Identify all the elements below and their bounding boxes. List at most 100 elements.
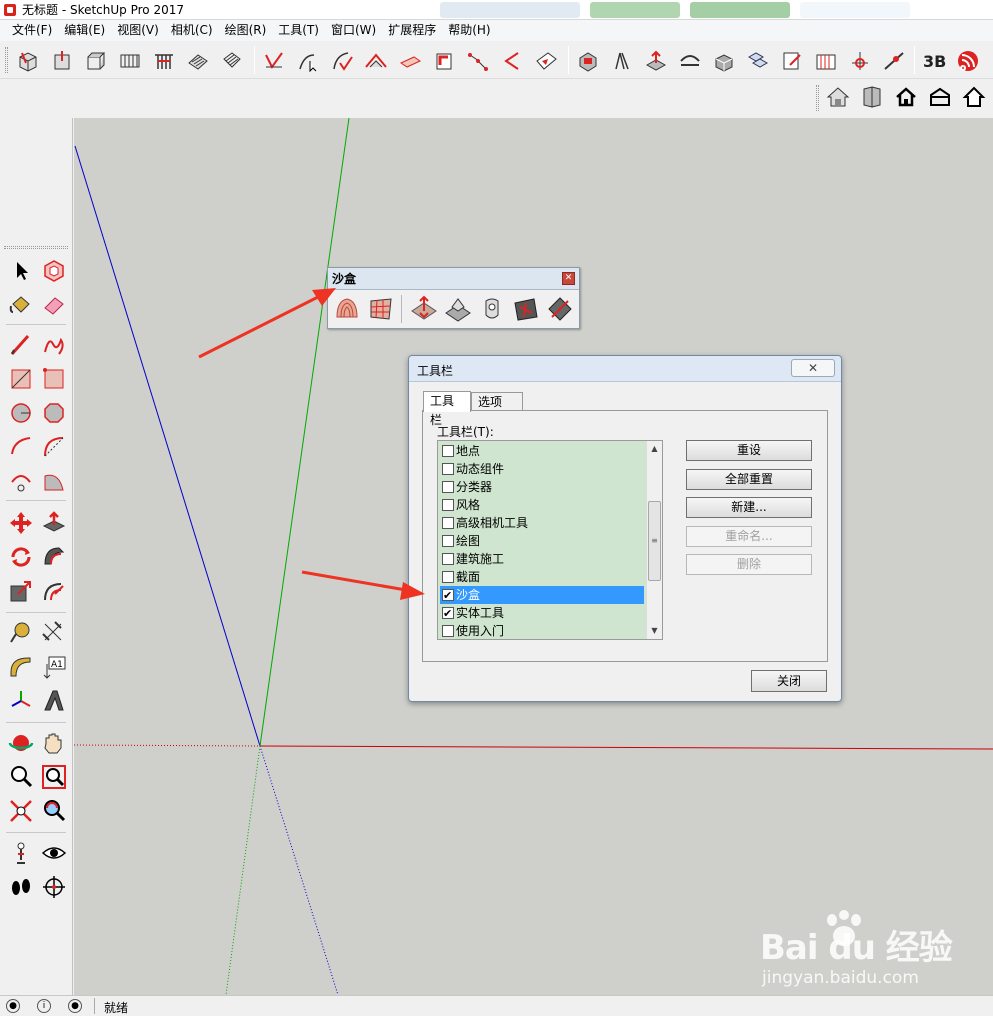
toolbar-list-item[interactable]: 实体工具 <box>440 604 644 623</box>
home-icon[interactable] <box>894 85 918 109</box>
arch-icon[interactable] <box>678 49 702 73</box>
move-icon[interactable] <box>8 510 34 536</box>
right-view-icon[interactable] <box>118 49 142 73</box>
toolbar-checkbox[interactable] <box>442 481 454 493</box>
push-face-icon[interactable] <box>534 49 558 73</box>
rotated-rectangle-icon[interactable] <box>41 366 67 392</box>
text-tool-icon[interactable]: A1 <box>41 654 67 680</box>
back-view-icon[interactable] <box>152 49 176 73</box>
toolbar-list-item[interactable]: 风格 <box>440 496 644 514</box>
reset-button[interactable]: 重设 <box>686 440 812 461</box>
tab-toolbars[interactable]: 工具栏 <box>423 391 471 427</box>
toolbar-checkbox[interactable] <box>442 445 454 457</box>
pan-hand-icon[interactable] <box>41 730 67 756</box>
face-offset-icon[interactable] <box>398 49 422 73</box>
circle-icon[interactable] <box>8 400 34 426</box>
scroll-down-icon[interactable]: ▼ <box>647 623 662 639</box>
extrude-up-icon[interactable] <box>644 49 668 73</box>
select-arrow-icon[interactable] <box>8 258 34 284</box>
fold-icon[interactable] <box>610 49 634 73</box>
protractor-icon[interactable] <box>8 654 34 680</box>
top-view-icon[interactable] <box>50 49 74 73</box>
curve-path-icon[interactable] <box>466 49 490 73</box>
ruby-box-icon[interactable] <box>576 49 600 73</box>
select-arc-icon[interactable] <box>296 49 320 73</box>
toolbar-list-item[interactable]: 使用入门 <box>440 622 644 639</box>
three-point-arc-icon[interactable] <box>8 468 34 494</box>
toolbar-grip[interactable] <box>5 47 8 73</box>
pie-icon[interactable] <box>41 468 67 494</box>
toolbar-list-item[interactable]: 沙盒 <box>440 586 644 605</box>
info-icon[interactable]: i <box>37 999 51 1013</box>
edit-component-icon[interactable] <box>780 49 804 73</box>
3d-warehouse-icon[interactable] <box>826 85 850 109</box>
from-contours-icon[interactable] <box>333 295 361 323</box>
rss-icon[interactable] <box>956 49 980 73</box>
angle-icon[interactable] <box>500 49 524 73</box>
zoom-icon[interactable] <box>8 764 34 790</box>
close-icon[interactable]: ✕ <box>791 359 835 377</box>
smoove-icon[interactable] <box>410 295 438 323</box>
tape-measure-icon[interactable] <box>8 620 34 646</box>
toolbar-list-item[interactable]: 截面 <box>440 568 644 586</box>
toolbar-grip[interactable] <box>816 85 819 111</box>
cone-icon[interactable] <box>848 49 872 73</box>
front-view-icon[interactable] <box>84 49 108 73</box>
reset-all-button[interactable]: 全部重置 <box>686 469 812 490</box>
from-scratch-icon[interactable] <box>367 295 395 323</box>
paint-bucket-icon[interactable] <box>8 292 34 318</box>
new-toolbar-button[interactable]: 新建... <box>686 497 812 518</box>
section-plane-icon[interactable] <box>41 874 67 900</box>
line-tool-icon[interactable] <box>882 49 906 73</box>
sandbox-toolbar-titlebar[interactable]: 沙盒 ✕ <box>328 268 579 290</box>
toolbar-checkbox[interactable] <box>442 463 454 475</box>
menu-window[interactable]: 窗口(W) <box>325 20 382 41</box>
geo-location-icon[interactable]: ● <box>6 999 20 1013</box>
scroll-thumb[interactable]: ≡ <box>648 501 661 581</box>
toolbar-list-item[interactable]: 动态组件 <box>440 460 644 478</box>
dialog-titlebar[interactable]: 工具栏 ✕ <box>409 356 841 382</box>
toolbar-checkbox[interactable] <box>442 553 454 565</box>
make-component-icon[interactable] <box>41 258 67 284</box>
toolbar-list-item[interactable]: 高级相机工具 <box>440 514 644 532</box>
axes-tool-icon[interactable] <box>8 688 34 714</box>
bottom-view-icon[interactable] <box>220 49 244 73</box>
scale-icon[interactable] <box>8 578 34 604</box>
roof-icon[interactable] <box>364 49 388 73</box>
list-scrollbar[interactable]: ▲ ≡ ▼ <box>646 441 662 639</box>
arc-icon[interactable] <box>8 434 34 460</box>
iso-view-icon[interactable] <box>16 49 40 73</box>
3b-icon[interactable]: 3B <box>922 49 946 73</box>
rectangle-icon[interactable] <box>8 366 34 392</box>
menu-extensions[interactable]: 扩展程序 <box>382 20 442 41</box>
toolbar-list-item[interactable]: 建筑施工 <box>440 550 644 568</box>
push-pull-icon[interactable] <box>41 510 67 536</box>
scroll-up-icon[interactable]: ▲ <box>647 441 662 457</box>
toolbar-grip[interactable] <box>4 246 68 249</box>
3d-text-icon[interactable] <box>41 688 67 714</box>
toolbar-list-item[interactable]: 绘图 <box>440 532 644 550</box>
freehand-icon[interactable] <box>41 332 67 358</box>
walk-icon[interactable] <box>8 874 34 900</box>
previous-view-icon[interactable] <box>41 798 67 824</box>
left-view-icon[interactable] <box>186 49 210 73</box>
user-icon[interactable]: ● <box>68 999 82 1013</box>
toolbar-list[interactable]: 地点动态组件分类器风格高级相机工具绘图建筑施工截面沙盒实体工具使用入门视图 ▲ … <box>437 440 663 640</box>
zoom-extents-icon[interactable] <box>8 798 34 824</box>
toolbar-list-item[interactable]: 地点 <box>440 442 644 460</box>
tab-options[interactable]: 选项 <box>471 392 523 411</box>
close-icon[interactable]: ✕ <box>562 272 575 285</box>
menu-tools[interactable]: 工具(T) <box>272 20 325 41</box>
menu-view[interactable]: 视图(V) <box>111 20 165 41</box>
dimension-icon[interactable] <box>41 620 67 646</box>
look-around-icon[interactable] <box>41 840 67 866</box>
add-detail-icon[interactable] <box>512 295 540 323</box>
menu-file[interactable]: 文件(F) <box>6 20 58 41</box>
extension-warehouse-icon[interactable] <box>962 85 986 109</box>
rotate-icon[interactable] <box>8 544 34 570</box>
position-camera-icon[interactable] <box>8 840 34 866</box>
zoom-window-icon[interactable] <box>41 764 67 790</box>
share-component-icon[interactable] <box>860 85 884 109</box>
two-point-arc-icon[interactable] <box>41 434 67 460</box>
menu-edit[interactable]: 编辑(E) <box>58 20 111 41</box>
